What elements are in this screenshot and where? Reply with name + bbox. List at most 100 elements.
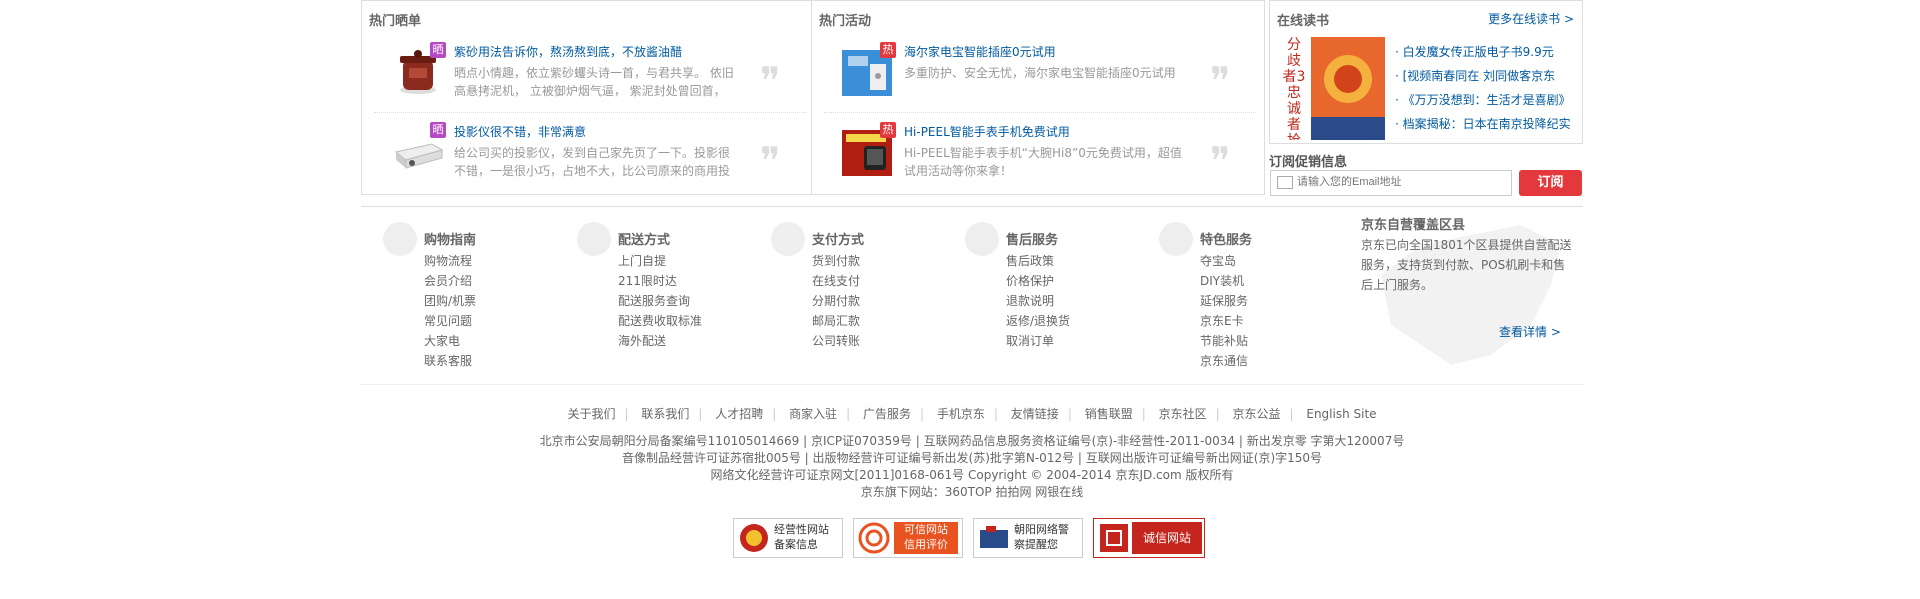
hot-share-item-title[interactable]: 紫砂用法告诉你，熬汤熬到底，不放酱油醋	[454, 43, 682, 60]
help-link[interactable]: 京东E卡	[1200, 311, 1248, 331]
sister-sites-line: 京东旗下网站：360TOP 拍拍网 网银在线	[860, 485, 1084, 499]
quote-icon: ❞	[1210, 59, 1231, 103]
heart-icon	[965, 222, 999, 256]
help-link[interactable]: 大家电	[424, 331, 476, 351]
help-column-title: 特色服务	[1200, 233, 1253, 248]
badge-police[interactable]: 朝阳网络警 察提醒您	[973, 518, 1083, 558]
footer-link[interactable]: English Site	[1306, 407, 1376, 421]
footer-link[interactable]: 关于我们	[567, 407, 615, 421]
coverage-details-link[interactable]: 查看详情 >	[1499, 323, 1561, 340]
subscribe-email-field[interactable]	[1270, 170, 1512, 196]
hot-share-item[interactable]: 晒 投影仪很不错，非常满意 给公司买的投影仪，发到自己家先页了一下。投影很不错，…	[370, 122, 800, 194]
help-link[interactable]: 京东通信	[1200, 351, 1248, 371]
hot-activity-item[interactable]: 热 海尔家电宝智能插座0元试用 多重防护、安全无忧，海尔家电宝智能插座0元试用 …	[820, 42, 1250, 114]
coverage-title: 京东自营覆盖区县	[1361, 218, 1466, 233]
badge-text: 朝阳网络警 察提醒您	[1014, 523, 1069, 551]
read-list-item[interactable]: · 《万万没想到：生活才是喜剧》	[1395, 88, 1571, 112]
footer-link[interactable]: 联系我们	[641, 407, 689, 421]
hot-activity-item-desc: 多重防护、安全无忧，海尔家电宝智能插座0元试用	[904, 66, 1176, 80]
footer-link[interactable]: 广告服务	[863, 407, 911, 421]
help-link[interactable]: 公司转账	[812, 331, 860, 351]
help-link[interactable]: 延保服务	[1200, 291, 1248, 311]
hot-share-title: 热门晒单	[369, 14, 422, 29]
book-side-text: 分歧者3 忠诚者 抢先读	[1282, 37, 1306, 140]
help-link[interactable]: 211限时达	[618, 271, 702, 291]
copyright-line: 音像制品经营许可证苏宿批005号 | 出版物经营许可证编号新出发(苏)批字第N-…	[621, 451, 1323, 465]
badge-record[interactable]: 经营性网站 备案信息	[733, 518, 843, 558]
help-link[interactable]: 联系客服	[424, 351, 476, 371]
help-column-title: 支付方式	[812, 233, 865, 248]
help-link[interactable]: 配送费收取标准	[618, 311, 702, 331]
hot-share-panel: 热门晒单 晒 紫砂用法告诉你，熬汤熬到底，不放酱油醋 晒点小情趣，依立紫砂蠼头诗…	[361, 0, 813, 195]
footer-link[interactable]: 销售联盟	[1085, 407, 1133, 421]
footer-link[interactable]: 友情链接	[1011, 407, 1059, 421]
footer-link[interactable]: 商家入驻	[789, 407, 837, 421]
badge-trust[interactable]: 诚信网站	[1093, 518, 1205, 558]
hot-share-item[interactable]: 晒 紫砂用法告诉你，熬汤熬到底，不放酱油醋 晒点小情趣，依立紫砂蠼头诗一首，与君…	[370, 42, 800, 114]
footer-link[interactable]: 京东公益	[1232, 407, 1280, 421]
divider	[374, 112, 806, 113]
online-read-more-link[interactable]: 更多在线读书 >	[1488, 10, 1574, 27]
hot-share-item-desc: 晒点小情趣，依立紫砂蠼头诗一首，与君共享。 依旧高悬拷泥机， 立被御炉烟气逼， …	[454, 66, 734, 98]
copyright-line: 网络文化经营许可证京网文[2011]0168-061号 Copyright © …	[710, 468, 1234, 482]
coverage-text: 京东已向全国1801个区县提供自营配送服务，支持货到付款、POS机刷卡和售后上门…	[1361, 238, 1572, 292]
hot-activity-panel: 热门活动 热 海尔家电宝智能插座0元试用 多重防护、安全无忧，海尔家电宝智能插座…	[811, 0, 1265, 195]
help-link[interactable]: 在线支付	[812, 271, 860, 291]
hot-activity-item[interactable]: 热 Hi-PEEL智能手表手机免费试用 Hi-PEEL智能手表手机“大腕Hi8”…	[820, 122, 1250, 194]
online-read-list: · 白发魔女传正版电子书9.9元 · [视频南春同在 刘同做客京东 · 《万万没…	[1395, 40, 1571, 136]
help-link[interactable]: 上门自提	[618, 251, 702, 271]
quote-icon: ❞	[760, 59, 781, 103]
help-link[interactable]: 团购/机票	[424, 291, 476, 311]
help-link[interactable]: 夺宝岛	[1200, 251, 1248, 271]
help-link[interactable]: DIY装机	[1200, 271, 1248, 291]
footer-link[interactable]: 京东社区	[1159, 407, 1207, 421]
online-read-title: 在线读书	[1277, 14, 1330, 29]
help-link[interactable]: 取消订单	[1006, 331, 1070, 351]
compass-icon	[383, 222, 417, 256]
book-cover[interactable]: 分歧者3 忠诚者 抢先读	[1275, 37, 1393, 140]
quote-icon: ❞	[760, 139, 781, 183]
trust-site-icon	[1100, 524, 1128, 552]
help-column-title: 购物指南	[424, 233, 477, 248]
help-link[interactable]: 配送服务查询	[618, 291, 702, 311]
help-link[interactable]: 分期付款	[812, 291, 860, 311]
share-tag: 晒	[430, 122, 446, 138]
help-link[interactable]: 邮局汇款	[812, 311, 860, 331]
read-list-item[interactable]: · 档案揭秘：日本在南京投降纪实	[1395, 112, 1571, 136]
read-list-item[interactable]: · 白发魔女传正版电子书9.9元	[1395, 40, 1571, 64]
help-column-title: 配送方式	[618, 233, 671, 248]
subscribe-button[interactable]: 订阅	[1519, 170, 1582, 196]
help-link[interactable]: 会员介绍	[424, 271, 476, 291]
online-read-panel: 在线读书 更多在线读书 > 分歧者3 忠诚者 抢先读 · 白发魔女传正版电子书9…	[1269, 0, 1583, 144]
help-link[interactable]: 常见问题	[424, 311, 476, 331]
credit-badge-icon	[858, 522, 890, 554]
badge-text: 经营性网站 备案信息	[774, 523, 829, 551]
help-link[interactable]: 货到付款	[812, 251, 860, 271]
hot-share-item-title[interactable]: 投影仪很不错，非常满意	[454, 123, 586, 140]
help-link[interactable]: 海外配送	[618, 331, 702, 351]
hot-tag: 热	[880, 42, 896, 58]
service-help: 购物指南 购物流程 会员介绍 团购/机票 常见问题 大家电 联系客服 配送方式 …	[361, 206, 1583, 387]
hot-activity-item-title[interactable]: 海尔家电宝智能插座0元试用	[904, 43, 1056, 60]
help-link[interactable]: 价格保护	[1006, 271, 1070, 291]
help-link[interactable]: 退款说明	[1006, 291, 1070, 311]
help-link[interactable]: 返修/退换货	[1006, 311, 1070, 331]
copyright-line: 北京市公安局朝阳分局备案编号110105014669 | 京ICP证070359…	[539, 434, 1405, 448]
read-list-item[interactable]: · [视频南春同在 刘同做客京东	[1395, 64, 1571, 88]
hot-activity-item-title[interactable]: Hi-PEEL智能手表手机免费试用	[904, 123, 1070, 140]
help-link[interactable]: 节能补贴	[1200, 331, 1248, 351]
wallet-icon	[771, 222, 805, 256]
divider	[824, 112, 1256, 113]
badge-credit[interactable]: 可信网站 信用评价	[853, 518, 963, 558]
top-panels: 热门晒单 晒 紫砂用法告诉你，熬汤熬到底，不放酱油醋 晒点小情趣，依立紫砂蠼头诗…	[361, 0, 1583, 195]
hot-activity-item-desc: Hi-PEEL智能手表手机“大腕Hi8”0元免费试用，超值试用活动等你来拿！	[904, 146, 1182, 178]
subscribe-email-input[interactable]	[1297, 171, 1507, 193]
badge-text: 诚信网站	[1132, 522, 1202, 554]
footer-link[interactable]: 人才招聘	[715, 407, 763, 421]
help-link[interactable]: 售后政策	[1006, 251, 1070, 271]
footer-link[interactable]: 手机京东	[937, 407, 985, 421]
hot-tag: 热	[880, 122, 896, 138]
badge-text: 可信网站 信用评价	[894, 522, 958, 554]
mail-icon	[1277, 176, 1293, 189]
help-link[interactable]: 购物流程	[424, 251, 476, 271]
